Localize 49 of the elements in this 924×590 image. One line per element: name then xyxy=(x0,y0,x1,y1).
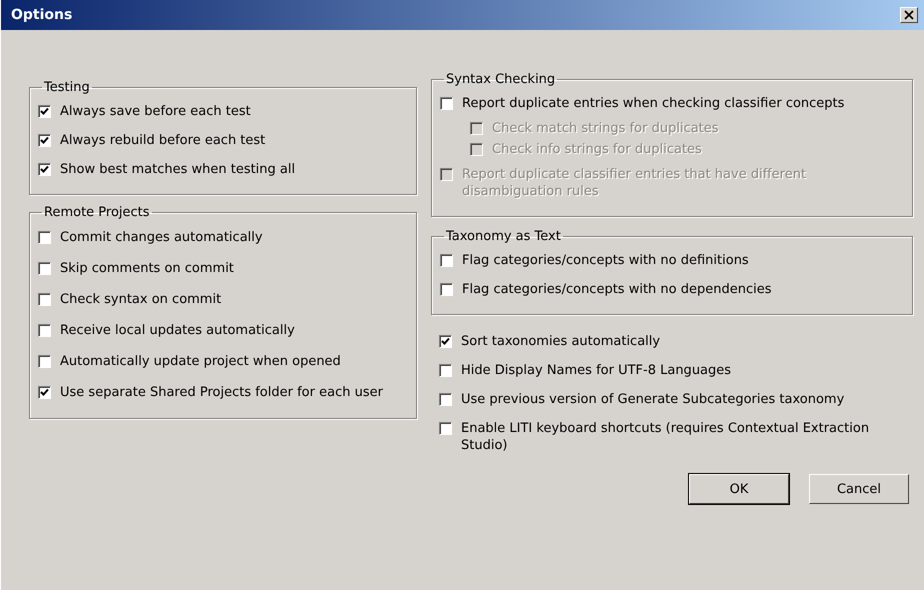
checkbox[interactable] xyxy=(439,422,452,435)
dialog-button[interactable]: Cancel xyxy=(809,474,909,504)
checkbox[interactable] xyxy=(38,262,51,275)
checkbox-label: Flag categories/concepts with no dependencies xyxy=(462,281,772,298)
checkbox[interactable] xyxy=(38,231,51,244)
checkbox[interactable] xyxy=(38,293,51,306)
group-title: Taxonomy as Text xyxy=(445,229,562,244)
checkbox-label: Always rebuild before each test xyxy=(60,132,266,149)
checkbox[interactable] xyxy=(439,393,452,406)
checkbox-label: Check info strings for duplicates xyxy=(492,141,702,158)
window-title: Options xyxy=(11,7,72,23)
checkbox-label: Use separate Shared Projects folder for each user xyxy=(60,384,383,401)
checkbox-label: Report duplicate entries when checking classifier concepts xyxy=(462,95,844,112)
checkbox-label: Show best matches when testing all xyxy=(60,161,296,178)
group-title: Syntax Checking xyxy=(445,72,556,87)
check-icon xyxy=(40,136,49,145)
checkbox-label: Check match strings for duplicates xyxy=(492,120,719,137)
checkbox[interactable] xyxy=(440,283,453,296)
check-icon xyxy=(40,388,49,397)
checkbox-label: Flag categories/concepts with no definitions xyxy=(462,252,749,269)
checkbox-label: Enable LITI keyboard shortcuts (requires Contextual Extraction Studio) xyxy=(461,420,870,454)
checkbox-label: Use previous version of Generate Subcategories taxonomy xyxy=(461,391,844,408)
checkbox-label: Report duplicate classifier entries that have different disambiguation rules xyxy=(462,166,808,200)
checkbox[interactable] xyxy=(38,355,51,368)
group-title: Testing xyxy=(43,80,91,95)
checkbox[interactable] xyxy=(439,335,452,348)
close-button[interactable] xyxy=(900,7,918,23)
checkbox-label: Automatically update project when opened xyxy=(60,353,341,370)
checkbox-label: Always save before each test xyxy=(60,103,251,120)
group-title: Remote Projects xyxy=(43,205,151,220)
checkbox[interactable] xyxy=(440,97,453,110)
close-icon xyxy=(904,10,914,20)
checkbox-label: Skip comments on commit xyxy=(60,260,234,277)
checkbox[interactable] xyxy=(440,254,453,267)
checkbox[interactable] xyxy=(38,105,51,118)
checkbox[interactable] xyxy=(38,324,51,337)
checkbox-label: Sort taxonomies automatically xyxy=(461,333,660,350)
checkbox-label: Receive local updates automatically xyxy=(60,322,295,339)
checkbox[interactable] xyxy=(38,134,51,147)
checkbox[interactable] xyxy=(38,386,51,399)
checkbox[interactable] xyxy=(439,364,452,377)
check-icon xyxy=(40,107,49,116)
check-icon xyxy=(441,337,450,346)
dialog-button[interactable]: OK xyxy=(689,474,789,504)
check-icon xyxy=(40,165,49,174)
checkbox-label: Hide Display Names for UTF-8 Languages xyxy=(461,362,732,379)
checkbox-label: Commit changes automatically xyxy=(60,229,263,246)
checkbox[interactable] xyxy=(38,163,51,176)
checkbox-label: Check syntax on commit xyxy=(60,291,222,308)
